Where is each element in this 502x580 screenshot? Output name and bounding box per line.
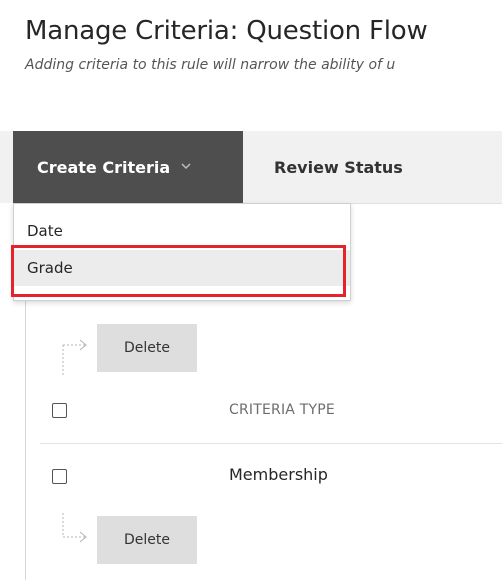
criteria-type-column-header: CRITERIA TYPE (229, 402, 335, 418)
manage-criteria-page: Manage Criteria: Question Flow Adding cr… (0, 0, 502, 580)
menu-item-label: Date (27, 222, 63, 240)
row-divider (40, 443, 502, 444)
row-checkbox[interactable] (52, 469, 67, 484)
criteria-row-label: Membership (229, 465, 328, 484)
chevron-down-icon (179, 158, 193, 172)
delete-button[interactable]: Delete (97, 516, 197, 564)
page-title: Manage Criteria: Question Flow (25, 16, 428, 46)
create-criteria-label: Create Criteria (37, 157, 171, 177)
menu-item-date[interactable]: Date (14, 213, 350, 249)
branch-arrow-icon (55, 513, 95, 557)
delete-button[interactable]: Delete (97, 324, 197, 372)
select-all-checkbox[interactable] (52, 403, 67, 418)
create-criteria-button[interactable]: Create Criteria (13, 131, 243, 203)
highlight-box (11, 245, 346, 297)
branch-arrow-icon (55, 335, 95, 383)
review-status-label: Review Status (274, 157, 403, 177)
page-subtitle: Adding criteria to this rule will narrow… (25, 57, 396, 73)
review-status-button[interactable]: Review Status (274, 131, 403, 203)
